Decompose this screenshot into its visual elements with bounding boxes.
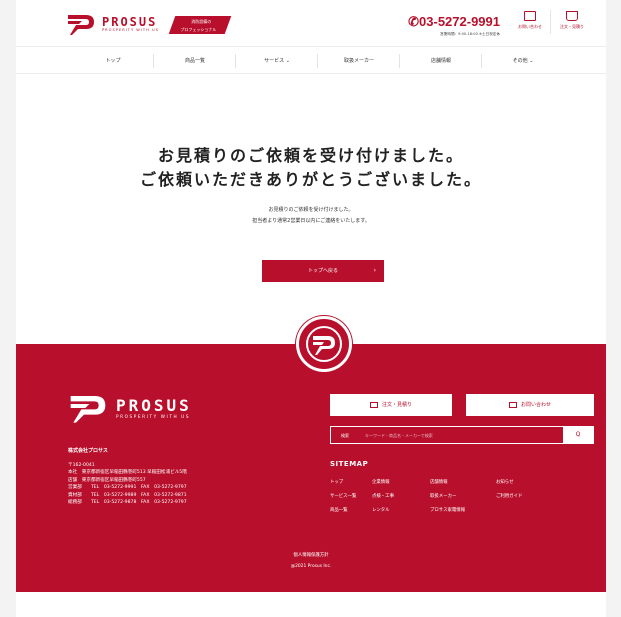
page-title-line1: お見積りのご依頼を受け付けました。 — [157, 146, 464, 165]
page-title-line2: ご依頼いただきありがとうございました。 — [139, 170, 482, 189]
tagline-badge: 消防設備の プロフェッショナル — [168, 16, 232, 34]
nav-item-products[interactable]: 商品一覧 — [154, 47, 236, 75]
header-divider — [550, 10, 551, 34]
mail-icon — [524, 11, 536, 21]
nav-label: トップ — [105, 58, 121, 64]
sitemap-link[interactable]: 点検・工事 — [372, 493, 394, 499]
page: PROSUS PROSPERITY WITH US 消防設備の プロフェッショナ… — [16, 0, 606, 617]
prosus-logo-icon — [70, 396, 106, 423]
nav-item-store[interactable]: 店舗情報 — [400, 47, 482, 75]
company-address: 〒162-0041 本社 東京都新宿区早稲田鶴巻町513 早稲田松浦ビル5階 店… — [68, 462, 187, 506]
nav-label: サービス ⌄ — [264, 58, 290, 64]
phone-icon: ✆ — [408, 14, 420, 29]
sitemap-link[interactable]: 店舗情報 — [430, 479, 448, 485]
nav-item-other[interactable]: その他 ⌄ — [482, 47, 564, 75]
phone-number-text: 03-5272-9991 — [419, 14, 500, 29]
prosus-emblem-icon — [296, 316, 352, 372]
search-button[interactable]: Q — [563, 427, 593, 443]
footer-order-label: 注文・見積り — [381, 402, 412, 408]
header-brand: PROSUS — [102, 14, 158, 29]
header-logo-text: PROSUS PROSPERITY WITH US — [102, 16, 159, 33]
sitemap-link[interactable]: 企業情報 — [372, 479, 390, 485]
footer-brand: PROSUS — [116, 395, 192, 415]
nav-label: その他 ⌄ — [512, 58, 534, 64]
header-logo[interactable]: PROSUS PROSPERITY WITH US — [66, 12, 159, 36]
mail-icon — [508, 401, 517, 408]
site-footer: PROSUS PROSPERITY WITH US 株式会社プロサス 〒162-… — [16, 344, 606, 592]
footer-contact-label: お問い合わせ — [520, 402, 551, 408]
sitemap-link[interactable]: お知らせ — [496, 479, 513, 485]
address-line: 〒162-0041 — [68, 463, 95, 468]
footer-logo[interactable]: PROSUS PROSPERITY WITH US — [68, 392, 192, 424]
site-header: PROSUS PROSPERITY WITH US 消防設備の プロフェッショナ… — [16, 0, 606, 46]
header-cart-label: 注文・見積り — [560, 24, 584, 29]
phone-block[interactable]: ✆03-5272-9991 営業時間：9:00-18:00 ※土日祝定休 — [400, 14, 500, 37]
sitemap-link[interactable]: プロサス家電情報 — [430, 507, 465, 513]
company-name: 株式会社プロサス — [68, 448, 108, 454]
nav-label: 店舗情報 — [430, 58, 451, 64]
search-label: 検索 — [341, 433, 349, 438]
nav-label: 商品一覧 — [184, 58, 205, 64]
back-to-top-button[interactable]: トップへ戻る › — [262, 260, 384, 282]
prosus-logo-icon — [68, 15, 94, 35]
sitemap-link[interactable]: 取扱メーカー — [430, 493, 456, 499]
back-to-top-label: トップへ戻る — [307, 268, 338, 274]
confirmation-message-line1: お見積りのご依頼を受け付けました。 — [268, 207, 354, 213]
nav-item-makers[interactable]: 取扱メーカー — [318, 47, 400, 75]
address-line: 店舗 東京都新宿区早稲田鶴巻町557 — [68, 477, 146, 483]
header-brand-sub: PROSPERITY WITH US — [102, 27, 159, 32]
search-input[interactable]: キーワード・商品名・メーカーで検索 — [365, 427, 433, 444]
phone-number[interactable]: ✆03-5272-9991 — [400, 14, 500, 30]
address-line: 営業部 TEL 03-5272-9991 FAX 03-5272-9797 — [68, 485, 187, 491]
nav-item-top[interactable]: トップ — [72, 47, 154, 75]
sitemap-link[interactable]: レンタル — [372, 507, 390, 513]
cart-icon — [369, 401, 378, 408]
sitemap-link[interactable]: ご利用ガイド — [496, 493, 522, 499]
sitemap-link[interactable]: サービス一覧 — [330, 493, 356, 499]
sitemap-title: SITEMAP — [330, 460, 369, 468]
address-line: 総務部 TEL 03-5272-9878 FAX 03-5272-9797 — [68, 500, 187, 506]
address-line: 資材部 TEL 03-5272-9989 FAX 03-5272-9871 — [68, 492, 187, 498]
confirmation-message-line2: 担当者より通常2営業日以内にご連絡をいたします。 — [252, 218, 370, 224]
business-hours: 営業時間：9:00-18:00 ※土日祝定休 — [440, 32, 500, 36]
footer-brand-sub: PROSPERITY WITH US — [116, 413, 191, 419]
footer-search[interactable]: 検索 キーワード・商品名・メーカーで検索 Q — [330, 426, 594, 444]
cart-icon — [566, 11, 578, 21]
main-content: お見積りのご依頼を受け付けました。 ご依頼いただきありがとうございました。 お見… — [16, 74, 606, 344]
footer-contact-button[interactable]: お問い合わせ — [466, 394, 594, 416]
header-contact-button[interactable]: お問い合わせ — [512, 8, 548, 40]
copyright: @2021 Prosus Inc. — [290, 564, 332, 569]
address-line: 本社 東京都新宿区早稲田鶴巻町513 早稲田松浦ビル5階 — [68, 470, 187, 476]
nav-label: 取扱メーカー — [343, 58, 374, 64]
nav-item-service[interactable]: サービス ⌄ — [236, 47, 318, 75]
emblem-mark-icon — [306, 326, 342, 362]
sitemap-link[interactable]: 商品一覧 — [330, 507, 348, 513]
header-cart-button[interactable]: 注文・見積り — [554, 8, 590, 40]
footer-order-button[interactable]: 注文・見積り — [330, 394, 452, 416]
main-nav: トップ 商品一覧 サービス ⌄ 取扱メーカー 店舗情報 その他 ⌄ — [16, 46, 606, 74]
badge-line1: 消防設備の — [191, 19, 212, 24]
badge-line2: プロフェッショナル — [180, 27, 217, 32]
footer-logo-text: PROSUS PROSPERITY WITH US — [108, 395, 192, 419]
privacy-policy-link[interactable]: 個人情報保護方針 — [16, 552, 606, 558]
sitemap-link[interactable]: トップ — [330, 479, 343, 485]
header-contact-label: お問い合わせ — [518, 24, 542, 29]
chevron-right-icon: › — [373, 267, 376, 274]
